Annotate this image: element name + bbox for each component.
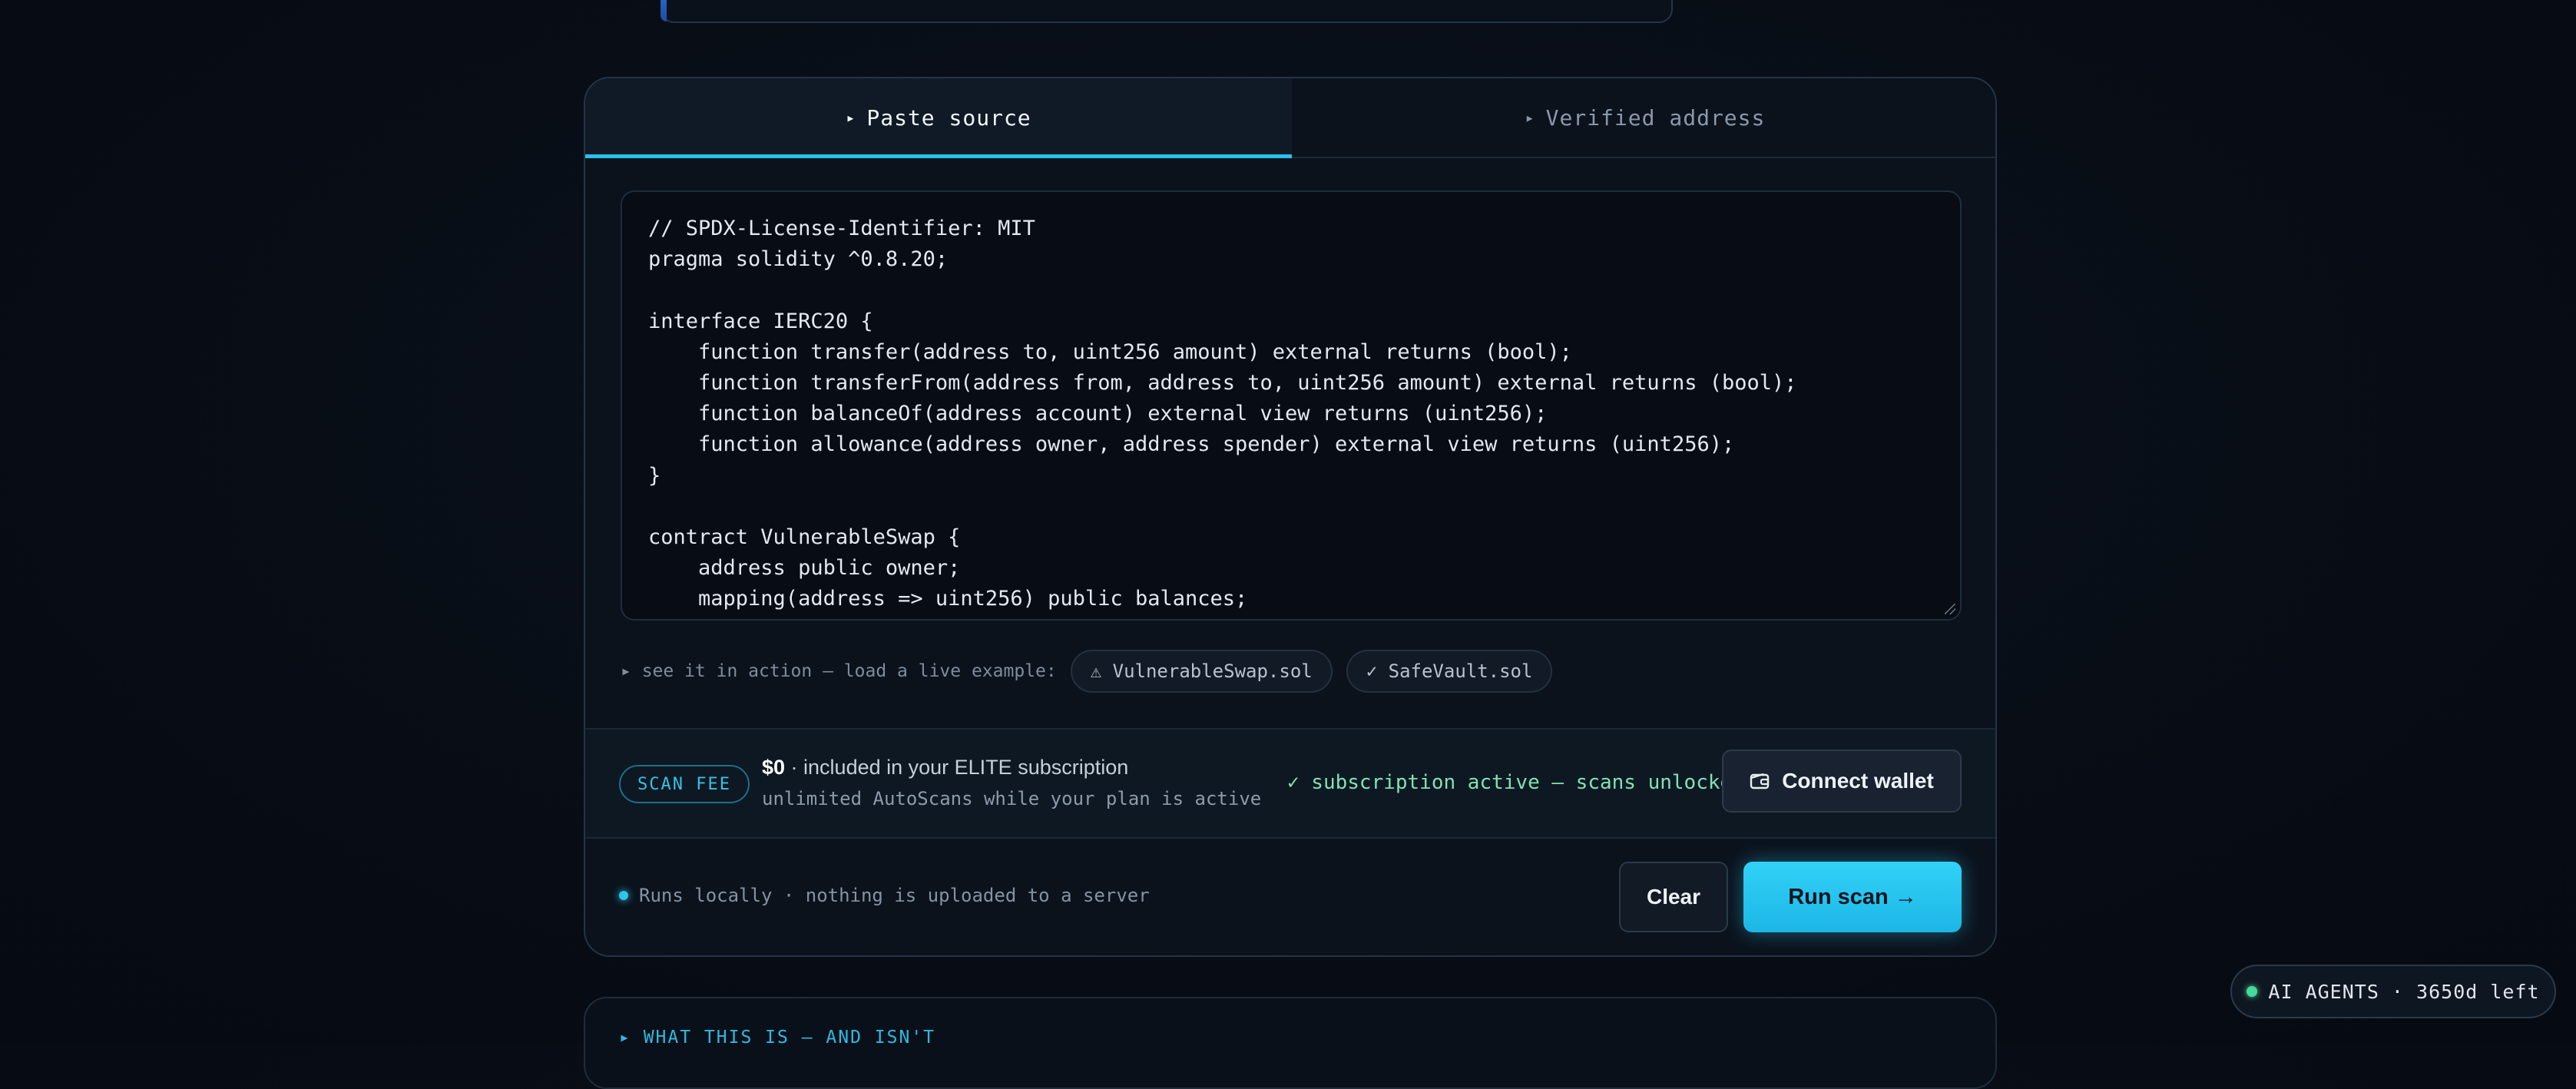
wallet-icon [1750,772,1770,790]
example-safevault-button[interactable]: ✓ SafeVault.sol [1346,650,1553,693]
example-vulnerableswap-button[interactable]: ⚠ VulnerableSwap.sol [1070,650,1333,693]
example-hint: ▸ see it in action — load a live example… [621,661,1057,681]
code-line: // SPDX-License-Identifier: MIT [648,217,1035,240]
fee-subtext: unlimited AutoScans while your plan is a… [762,788,1262,809]
previous-panel [661,0,1673,23]
fee-description: · included in your ELITE subscription [785,756,1129,779]
run-scan-button[interactable]: Run scan → [1743,862,1962,932]
online-dot-icon [2247,986,2258,997]
example-loader: ▸ see it in action — load a live example… [621,648,1566,694]
caret-right-icon: ▸ [846,108,856,127]
ai-agents-label: AI AGENTS · 3650d left [2268,980,2540,1003]
code-line: function transfer(address to, uint256 am… [648,339,1572,364]
tab-verified-address[interactable]: ▸ Verified address [1292,78,1995,157]
scan-fee-row: SCAN FEE $0 · included in your ELITE sub… [585,728,1995,839]
tab-label: Verified address [1545,104,1766,131]
info-card: ▸ WHAT THIS IS — AND ISN'T [584,997,1997,1089]
code-line: pragma solidity ^0.8.20; [648,247,949,272]
action-row: Runs locally · nothing is uploaded to a … [585,837,1995,955]
clear-button[interactable]: Clear [1619,862,1728,932]
scan-fee-badge: SCAN FEE [619,765,750,803]
code-line: function balanceOf(address account) exte… [648,402,1548,426]
info-card-title: ▸ WHAT THIS IS — AND ISN'T [619,1028,936,1048]
source-tabs: ▸ Paste source ▸ Verified address [585,78,1995,158]
tab-label: Paste source [866,104,1031,131]
code-line: function transferFrom(address from, addr… [648,371,1797,396]
local-run-text: Runs locally · nothing is uploaded to a … [639,885,1150,906]
code-line: address public owner; [648,556,961,581]
subscription-status: ✓ subscription active — scans unlocked [1287,771,1744,794]
status-dot-icon [619,891,628,900]
code-line: } [648,463,661,488]
code-line: interface IERC20 { [648,309,873,333]
caret-right-icon: ▸ [1525,108,1535,127]
connect-wallet-label: Connect wallet [1782,769,1934,793]
local-run-note: Runs locally · nothing is uploaded to a … [619,885,1150,906]
resize-handle-icon[interactable] [1945,604,1955,614]
connect-wallet-button[interactable]: Connect wallet [1722,750,1962,813]
code-line: mapping(address => uint256) public balan… [648,587,1248,611]
tab-paste-source[interactable]: ▸ Paste source [585,78,1292,158]
scanner-card: ▸ Paste source ▸ Verified address // SPD… [584,77,1997,957]
code-line: function allowance(address owner, addres… [648,432,1735,457]
ai-agents-badge[interactable]: AI AGENTS · 3650d left [2230,965,2556,1018]
source-code-editor[interactable]: // SPDX-License-Identifier: MIT pragma so… [621,190,1962,621]
code-line: contract VulnerableSwap { [648,525,961,550]
fee-amount: $0 [762,756,786,779]
fee-summary: $0 · included in your ELITE subscription [762,756,1128,780]
